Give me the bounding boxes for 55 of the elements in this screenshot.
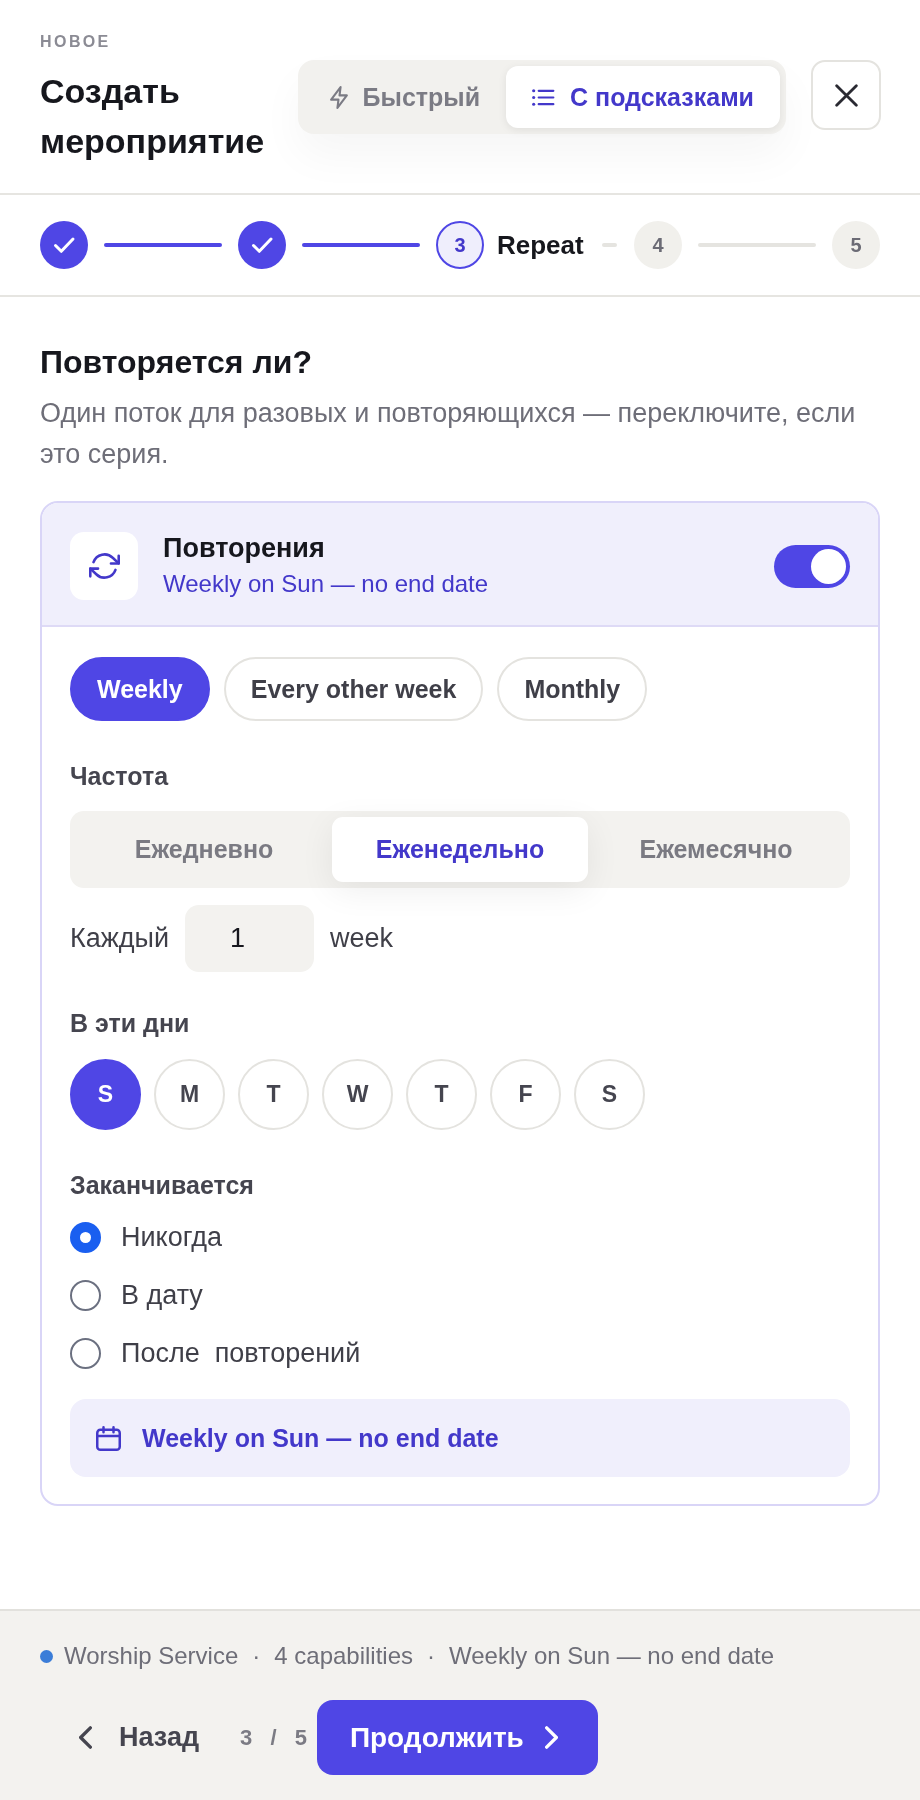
field-label: В эти дни	[70, 1008, 190, 1038]
page-title: Создать мероприятие	[40, 71, 266, 162]
chevron-right-icon	[544, 1726, 558, 1749]
radio-button[interactable]	[70, 1337, 101, 1369]
preset-chip[interactable]: Weekly	[70, 657, 210, 721]
section-description: Один поток для разовых и повторяющихся — переключите, если это серия.	[40, 397, 857, 471]
step-number: 4	[634, 221, 682, 269]
field-label: Частота	[70, 761, 169, 791]
weekday-toggle[interactable]: S	[70, 1059, 141, 1130]
unit-label: week	[330, 923, 394, 954]
recurrence-summary: Weekly on Sun — no end date	[163, 569, 489, 599]
eyebrow-label: НОВОЕ	[40, 32, 111, 52]
lightning-icon	[329, 85, 348, 109]
weekday-toggle[interactable]: T	[406, 1059, 477, 1130]
radio-label[interactable]: В дату	[121, 1279, 203, 1311]
radio-label[interactable]: Никогда	[121, 1221, 223, 1253]
back-button[interactable]: Назад	[40, 1700, 220, 1775]
mode-tab[interactable]: С подсказками	[506, 66, 780, 128]
frequency-option[interactable]: Еженедельно	[332, 817, 588, 882]
step-counter: 3 / 5	[240, 1724, 307, 1751]
weekday-toggle[interactable]: T	[238, 1059, 309, 1130]
mode-tab[interactable]: Быстрый	[303, 66, 507, 128]
weekday-toggle[interactable]: M	[154, 1059, 225, 1130]
frequency-option[interactable]: Ежедневно	[76, 817, 332, 882]
event-name: Worship Service	[64, 1642, 239, 1670]
continue-button[interactable]: Продолжить	[316, 1700, 598, 1775]
close-icon	[834, 83, 858, 107]
radio-button[interactable]	[70, 1221, 101, 1253]
preset-chip[interactable]: Monthly	[497, 657, 648, 721]
toggle-switch[interactable]	[774, 544, 850, 588]
interval-field[interactable]: 1	[185, 905, 315, 972]
list-icon	[532, 88, 556, 106]
refresh-icon	[70, 532, 138, 600]
radio-label[interactable]: После повторений	[121, 1337, 361, 1369]
meta-text: Weekly on Sun — no end date	[449, 1642, 775, 1670]
chevron-left-icon	[79, 1726, 92, 1749]
frequency-option[interactable]: Ежемесячно	[588, 817, 844, 882]
weekday-toggle[interactable]: F	[490, 1059, 561, 1130]
step-title: Repeat	[497, 229, 584, 261]
weekday-toggle[interactable]: W	[322, 1059, 393, 1130]
step-number: 5	[832, 221, 880, 269]
calendar-icon	[96, 1425, 121, 1451]
step-number: 3	[436, 221, 484, 269]
separator-dot: ·	[252, 1642, 261, 1670]
card-title: Повторения	[163, 532, 325, 564]
separator-dot: ·	[427, 1642, 436, 1670]
interval-label: Каждый	[70, 923, 170, 954]
section-heading: Повторяется ли?	[40, 343, 312, 382]
field-label: Заканчивается	[70, 1170, 254, 1200]
close-button[interactable]	[811, 60, 881, 130]
radio-button[interactable]	[70, 1279, 101, 1311]
weekday-toggle[interactable]: S	[574, 1059, 645, 1130]
preset-chip[interactable]: Every other week	[223, 657, 484, 721]
summary-text: Weekly on Sun — no end date	[142, 1423, 499, 1453]
meta-text: 4 capabilities	[274, 1642, 414, 1670]
